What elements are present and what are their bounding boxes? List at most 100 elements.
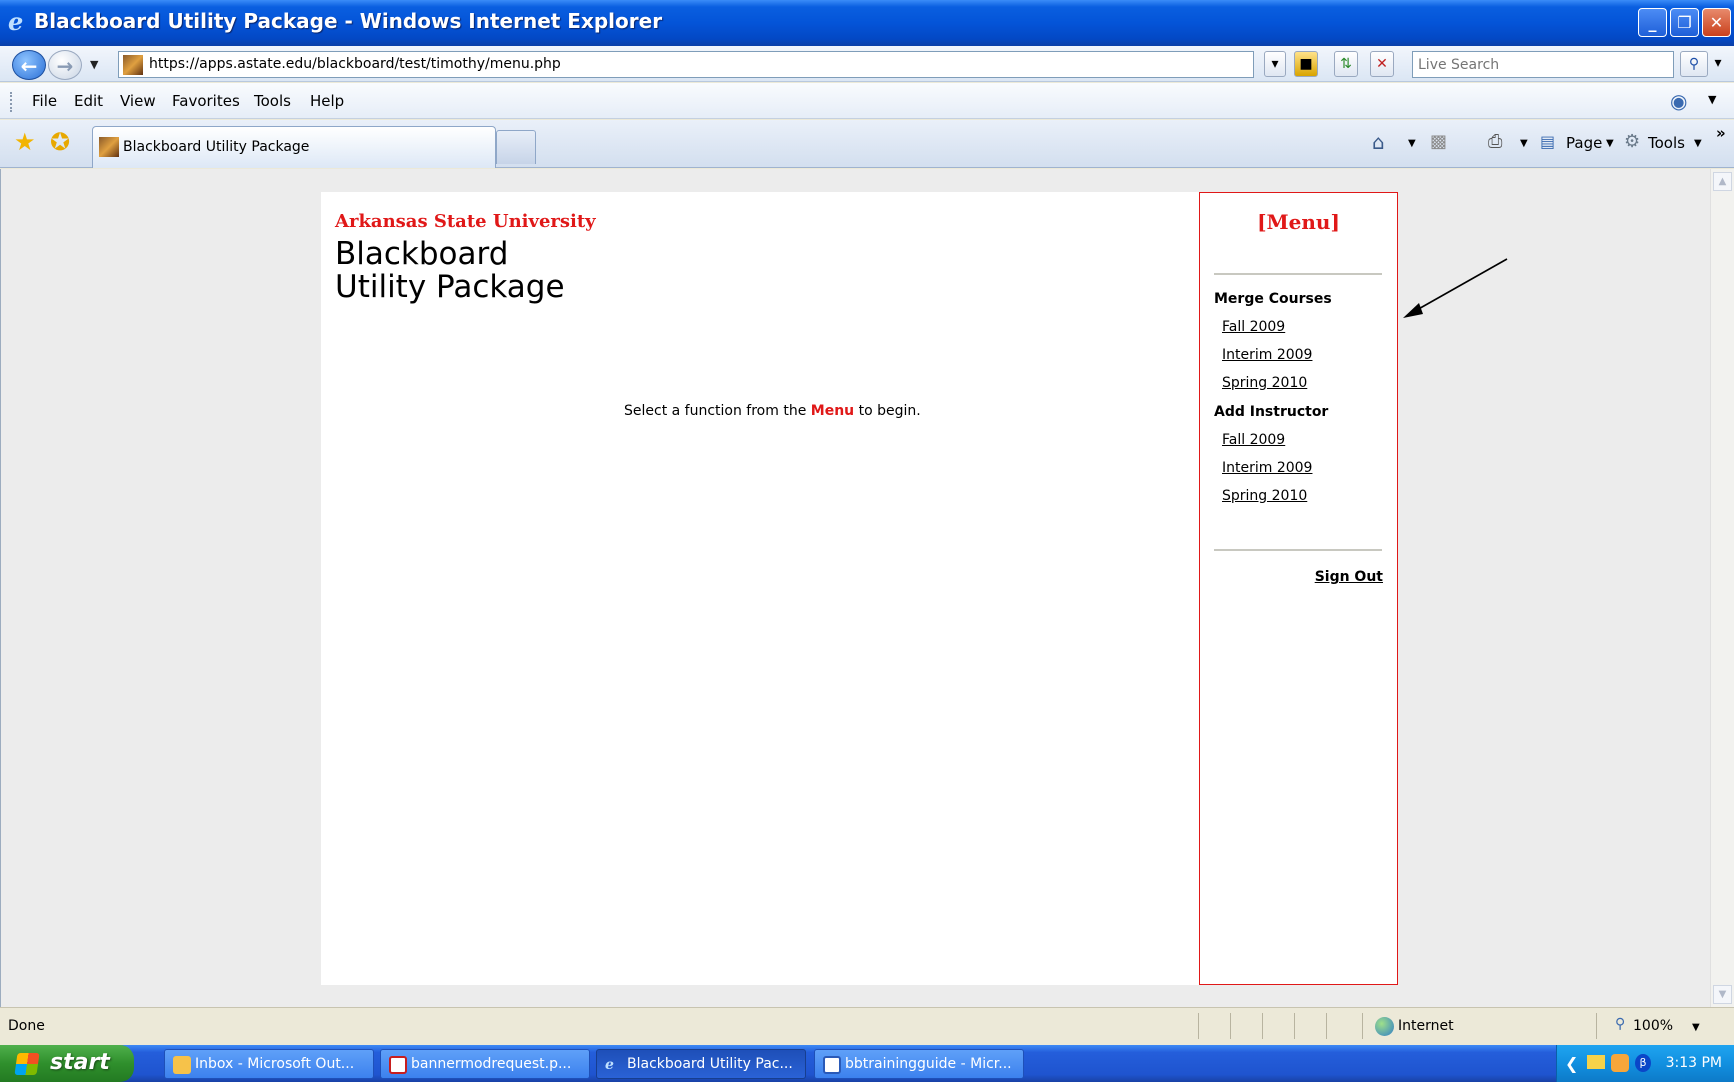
zoom-level[interactable]: 100% [1633, 1018, 1673, 1034]
window-title-bar[interactable]: e Blackboard Utility Package - Windows I… [0, 0, 1734, 46]
status-bar: Done Internet ⚲ 100% ▼ [0, 1007, 1734, 1045]
internet-explorer-icon: e [605, 1057, 614, 1073]
zoom-magnifier-icon: ⚲ [1615, 1016, 1626, 1032]
pdf-icon [389, 1056, 407, 1074]
page-menu-button[interactable]: Page [1566, 134, 1602, 152]
menu-bar: File Edit View Favorites Tools Help ◉ ▼ [0, 83, 1734, 119]
mail-icon[interactable] [1587, 1055, 1605, 1069]
bluetooth-icon[interactable]: β [1635, 1054, 1651, 1072]
vertical-scrollbar[interactable]: ▲ ▼ [1710, 169, 1734, 1007]
menu-favorites[interactable]: Favorites [172, 92, 240, 110]
start-button[interactable]: start [0, 1045, 134, 1082]
tray-expand-icon[interactable]: ❮ [1565, 1054, 1578, 1073]
chevron-more-icon[interactable]: » [1716, 124, 1726, 142]
menu-file[interactable]: File [32, 92, 57, 110]
outlook-icon [173, 1056, 191, 1074]
annotation-arrow [1403, 258, 1508, 318]
status-separator [1596, 1013, 1597, 1039]
clock[interactable]: 3:13 PM [1666, 1055, 1722, 1071]
browser-viewport: Arkansas State University Blackboard Uti… [0, 169, 1734, 1007]
address-field[interactable]: https://apps.astate.edu/blackboard/test/… [118, 51, 1254, 78]
scroll-up-icon[interactable]: ▲ [1713, 172, 1732, 191]
page-icon[interactable]: ▤ [1540, 132, 1555, 151]
add-favorites-icon[interactable]: ✪ [50, 130, 70, 154]
close-button[interactable]: ✕ [1702, 8, 1731, 37]
search-options-dropdown-icon[interactable]: ▾ [1710, 51, 1726, 77]
search-input[interactable] [1413, 52, 1673, 77]
task-bbtrainingguide-word[interactable]: bbtrainingguide - Micr... [814, 1049, 1024, 1079]
task-bannermodrequest-pdf[interactable]: bannermodrequest.p... [380, 1049, 590, 1079]
link-instructor-fall-2009[interactable]: Fall 2009 [1222, 432, 1285, 448]
menu-divider [1214, 273, 1382, 275]
link-merge-interim-2009[interactable]: Interim 2009 [1222, 347, 1312, 363]
section-add-instructor: Add Instructor [1214, 404, 1329, 420]
home-dropdown-icon[interactable]: ▼ [1408, 138, 1416, 149]
task-label: Inbox - Microsoft Out... [195, 1056, 355, 1072]
sign-out-link[interactable]: Sign Out [1315, 569, 1383, 585]
stop-icon[interactable]: ✕ [1370, 51, 1394, 77]
instruction-text-before: Select a function from the [624, 403, 811, 419]
menu-view[interactable]: View [120, 92, 156, 110]
tab-label: Blackboard Utility Package [123, 139, 310, 155]
university-name: Arkansas State University [335, 211, 596, 232]
status-text: Done [8, 1018, 45, 1034]
print-icon[interactable]: ⎙ [1488, 131, 1502, 152]
status-separator [1198, 1013, 1199, 1039]
link-instructor-interim-2009[interactable]: Interim 2009 [1222, 460, 1312, 476]
site-favicon-icon [99, 137, 119, 157]
task-label: bbtrainingguide - Micr... [845, 1056, 1012, 1072]
link-instructor-spring-2010[interactable]: Spring 2010 [1222, 488, 1307, 504]
tools-dropdown-icon[interactable]: ▼ [1694, 138, 1702, 149]
recent-pages-dropdown-icon[interactable]: ▼ [90, 58, 98, 71]
lock-icon[interactable]: ■ [1294, 51, 1318, 77]
menu-help[interactable]: Help [310, 92, 344, 110]
instruction-menu-highlight: Menu [810, 403, 855, 419]
status-separator [1326, 1013, 1327, 1039]
live-toolbar-dropdown-icon[interactable]: ▼ [1708, 93, 1716, 106]
security-zone[interactable]: Internet [1398, 1018, 1454, 1034]
live-toolbar-icon[interactable]: ◉ [1670, 89, 1687, 113]
address-dropdown-icon[interactable]: ▾ [1264, 51, 1286, 77]
restore-button[interactable]: ❐ [1670, 8, 1699, 37]
address-toolbar: ← → ▼ https://apps.astate.edu/blackboard… [0, 46, 1734, 82]
favorites-center-star-icon[interactable]: ★ [14, 130, 36, 154]
menu-edit[interactable]: Edit [74, 92, 103, 110]
toolbar-grip[interactable] [10, 92, 13, 112]
menu-title: [Menu] [1257, 210, 1340, 234]
address-url[interactable]: https://apps.astate.edu/blackboard/test/… [149, 56, 561, 72]
zoom-dropdown-icon[interactable]: ▼ [1692, 1022, 1700, 1033]
minimize-button[interactable]: _ [1638, 8, 1667, 37]
page-dropdown-icon[interactable]: ▼ [1606, 138, 1614, 149]
task-blackboard-utility[interactable]: e Blackboard Utility Pac... [596, 1049, 806, 1079]
link-merge-fall-2009[interactable]: Fall 2009 [1222, 319, 1285, 335]
forward-button[interactable]: → [48, 50, 82, 80]
app-title-line2: Utility Package [335, 269, 565, 305]
windows-logo-icon [14, 1053, 40, 1075]
search-icon[interactable]: ⚲ [1680, 51, 1708, 77]
internet-zone-globe-icon [1375, 1017, 1394, 1036]
print-dropdown-icon[interactable]: ▼ [1520, 138, 1528, 149]
task-outlook-inbox[interactable]: Inbox - Microsoft Out... [164, 1049, 374, 1079]
outlook-tray-icon[interactable] [1611, 1054, 1629, 1072]
start-label: start [50, 1050, 110, 1075]
home-icon[interactable]: ⌂ [1372, 130, 1385, 154]
tab-blackboard-utility-package[interactable]: Blackboard Utility Package [92, 126, 496, 168]
link-merge-spring-2010[interactable]: Spring 2010 [1222, 375, 1307, 391]
task-label: Blackboard Utility Pac... [627, 1056, 793, 1072]
back-button[interactable]: ← [12, 50, 46, 80]
system-tray: ❮ β 3:13 PM [1556, 1045, 1734, 1082]
internet-explorer-icon: e [8, 7, 24, 36]
window-title: Blackboard Utility Package - Windows Int… [34, 9, 663, 33]
search-field[interactable] [1412, 51, 1674, 78]
task-label: bannermodrequest.p... [411, 1056, 572, 1072]
menu-tools[interactable]: Tools [254, 92, 291, 110]
web-page: Arkansas State University Blackboard Uti… [321, 192, 1398, 985]
feeds-icon[interactable]: ▩ [1430, 131, 1447, 152]
tools-menu-button[interactable]: Tools [1648, 134, 1685, 152]
gear-icon[interactable]: ⚙ [1624, 131, 1640, 152]
refresh-icon[interactable]: ⇅ [1334, 51, 1358, 77]
instruction-text: Select a function from the Menu to begin… [624, 403, 921, 419]
windows-taskbar: start Inbox - Microsoft Out... bannermod… [0, 1045, 1734, 1082]
new-tab-button[interactable] [496, 130, 536, 164]
scroll-down-icon[interactable]: ▼ [1713, 985, 1732, 1004]
